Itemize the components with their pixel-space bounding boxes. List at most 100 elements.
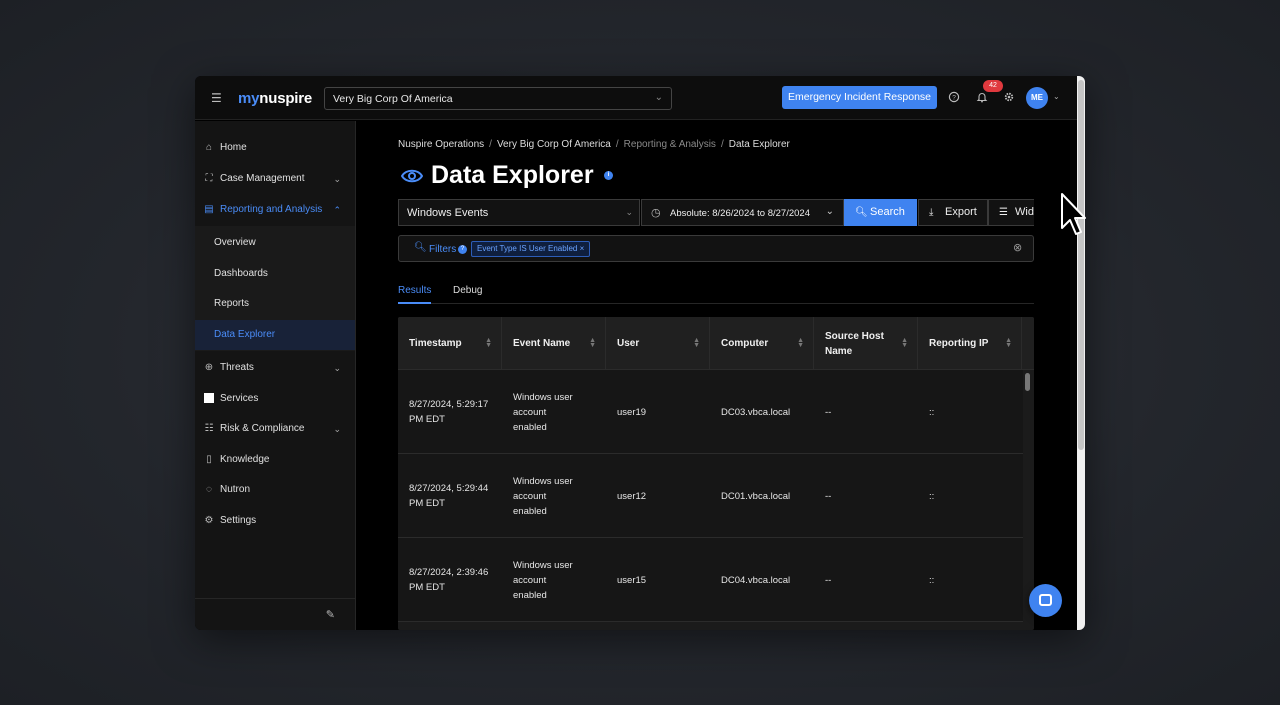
sidebar-item-label: Services: [220, 393, 259, 404]
page-title: Data Explorer: [431, 161, 594, 189]
logo-my: my: [238, 90, 260, 107]
column-header-label: Computer: [721, 338, 769, 349]
cell-timestamp: 8/27/2024, 5:29:44 PM EDT: [409, 483, 489, 509]
download-icon: ⤓: [929, 207, 934, 218]
column-header-label: User: [617, 338, 640, 349]
main-content: Nuspire Operations / Very Big Corp Of Amer…: [357, 121, 1077, 630]
sort-icon[interactable]: ▲ ▼: [485, 337, 492, 349]
widget-button-label: Widget: [1015, 206, 1034, 218]
organization-select-value: Very Big Corp Of America: [333, 93, 453, 105]
filter-bar[interactable]: 🔍︎ Filters ? Event Type IS User Enabled …: [398, 235, 1034, 262]
square-icon: [203, 384, 215, 414]
breadcrumb-item[interactable]: Very Big Corp Of America: [497, 139, 611, 150]
cell-source-host: --: [825, 574, 832, 586]
sort-icon[interactable]: ▲ ▼: [901, 337, 908, 349]
export-button[interactable]: ⤓ Export: [918, 199, 988, 226]
gear-icon: ⚙: [204, 515, 214, 526]
chevron-down-icon: ⌄: [333, 363, 341, 373]
search-button-label: Search: [870, 206, 905, 218]
search-button[interactable]: 🔍︎ Search: [844, 199, 917, 226]
cell-reporting-ip: ::: [929, 490, 935, 502]
sidebar-item-threats[interactable]: ⊕ Threats ⌄: [195, 353, 355, 383]
column-header-label: Timestamp: [409, 338, 462, 349]
help-icon[interactable]: ?: [948, 91, 960, 103]
clear-icon[interactable]: ⊗: [1013, 242, 1025, 254]
breadcrumb-separator: /: [615, 139, 619, 150]
sidebar-item-risk-compliance[interactable]: ☷ Risk & Compliance ⌄: [195, 414, 355, 444]
table-row[interactable]: 8/27/2024, 5:29:44 PM EDT Windows user a…: [398, 454, 1023, 538]
breadcrumb-current: Data Explorer: [728, 139, 790, 150]
sidebar-item-knowledge[interactable]: ▯ Knowledge: [195, 445, 355, 475]
sort-icon[interactable]: ▲ ▼: [1005, 337, 1012, 349]
table-scrollbar[interactable]: [1025, 370, 1031, 630]
window-scrollbar[interactable]: [1077, 76, 1085, 630]
table-scrollbar-thumb[interactable]: [1025, 373, 1030, 391]
column-header-user[interactable]: User ▲ ▼: [606, 317, 710, 370]
sidebar-subitem-reports[interactable]: Reports: [195, 289, 355, 319]
info-icon[interactable]: i: [604, 171, 613, 180]
cell-event-name: Windows user account enabled: [513, 475, 573, 517]
table-row[interactable]: 8/27/2024, 5:29:17 PM EDT Windows user a…: [398, 370, 1023, 454]
chat-launcher-button[interactable]: [1029, 584, 1062, 617]
tab-results[interactable]: Results: [398, 285, 432, 304]
sidebar-item-settings[interactable]: ⚙ Settings: [195, 506, 355, 536]
sidebar-item-reporting-and-analysis[interactable]: ▤ Reporting and Analysis ⌃: [195, 195, 355, 225]
sidebar-subitem-data-explorer[interactable]: Data Explorer: [195, 320, 355, 350]
sort-icon[interactable]: ▲ ▼: [589, 337, 596, 349]
emergency-incident-response-button[interactable]: Emergency Incident Response: [782, 86, 937, 109]
sidebar-subnav: Overview Dashboards Reports Data Explore…: [195, 226, 355, 351]
top-bar: ☰ mynuspire Very Big Corp Of America ⌄ E…: [195, 76, 1077, 120]
cell-timestamp: 8/27/2024, 5:29:17 PM EDT: [409, 399, 489, 425]
tab-debug[interactable]: Debug: [453, 285, 482, 304]
cell-computer: DC01.vbca.local: [721, 490, 791, 502]
hamburger-menu-icon[interactable]: ☰: [211, 92, 223, 104]
cell-reporting-ip: ::: [929, 406, 935, 418]
column-header-event-name[interactable]: Event Name ▲ ▼: [502, 317, 606, 370]
filter-chip[interactable]: Event Type IS User Enabled ×: [471, 241, 591, 257]
sidebar-item-label: Nutron: [220, 484, 251, 495]
date-range-select[interactable]: ◷ Absolute: 8/26/2024 to 8/27/2024 ⌄: [641, 199, 844, 226]
organization-select[interactable]: Very Big Corp Of America ⌄: [324, 87, 672, 110]
window-scrollbar-thumb[interactable]: [1078, 80, 1084, 450]
sidebar-item-nutron[interactable]: ◌ Nutron: [195, 475, 355, 505]
list-icon: ☰: [999, 207, 1008, 218]
filters-label[interactable]: Filters: [429, 244, 456, 255]
sort-icon[interactable]: ▲ ▼: [797, 337, 804, 349]
query-controls: Windows Events ⌄ ◷ Absolute: 8/26/2024 t…: [398, 199, 1034, 226]
results-table: Timestamp ▲ ▼ Event Name ▲ ▼ User ▲ ▼ Computer…: [398, 317, 1034, 630]
sidebar-item-case-management[interactable]: ⛶ Case Management ⌄: [195, 164, 355, 194]
notification-badge: 42: [983, 80, 1003, 92]
chevron-down-icon[interactable]: ⌄: [1053, 92, 1060, 101]
avatar[interactable]: ME: [1026, 87, 1048, 109]
sidebar-subitem-overview[interactable]: Overview: [195, 228, 355, 258]
column-header-computer[interactable]: Computer ▲ ▼: [710, 317, 814, 370]
table-row[interactable]: 8/27/2024, 2:39:46 PM EDT Windows user a…: [398, 538, 1023, 622]
gear-icon[interactable]: [1003, 91, 1015, 103]
logo[interactable]: mynuspire: [238, 90, 312, 107]
data-source-select[interactable]: Windows Events ⌄: [398, 199, 640, 226]
column-header-reporting-ip[interactable]: Reporting IP ▲ ▼: [918, 317, 1022, 370]
sidebar-item-label: Reporting and Analysis: [220, 204, 323, 215]
sidebar-item-services[interactable]: Services: [195, 384, 355, 414]
breadcrumb-separator: /: [489, 139, 492, 150]
cell-event-name: Windows user account enabled: [513, 559, 573, 601]
breadcrumb-item[interactable]: Nuspire Operations: [398, 139, 484, 150]
edit-icon[interactable]: ✎: [326, 608, 335, 621]
sidebar-subitem-dashboards[interactable]: Dashboards: [195, 259, 355, 289]
column-header-timestamp[interactable]: Timestamp ▲ ▼: [398, 317, 502, 370]
chat-icon: [1039, 594, 1052, 606]
chevron-up-icon: ⌃: [333, 205, 341, 215]
bell-icon[interactable]: [976, 91, 988, 103]
mouse-cursor-icon: [1061, 193, 1086, 235]
cell-user: user19: [617, 406, 647, 418]
column-header-label: Event Name: [513, 338, 571, 349]
widget-button[interactable]: ☰ Widget: [988, 199, 1034, 226]
app-window: ☰ mynuspire Very Big Corp Of America ⌄ E…: [195, 76, 1085, 630]
sort-icon[interactable]: ▲ ▼: [693, 337, 700, 349]
sidebar-item-home[interactable]: ⌂ Home: [195, 133, 355, 163]
info-icon[interactable]: ?: [458, 245, 467, 254]
column-header-source-host-name[interactable]: Source Host Name ▲ ▼: [814, 317, 918, 370]
sidebar-item-label: Knowledge: [220, 454, 270, 465]
breadcrumb-item[interactable]: Reporting & Analysis: [624, 139, 716, 150]
cell-source-host: --: [825, 406, 832, 418]
